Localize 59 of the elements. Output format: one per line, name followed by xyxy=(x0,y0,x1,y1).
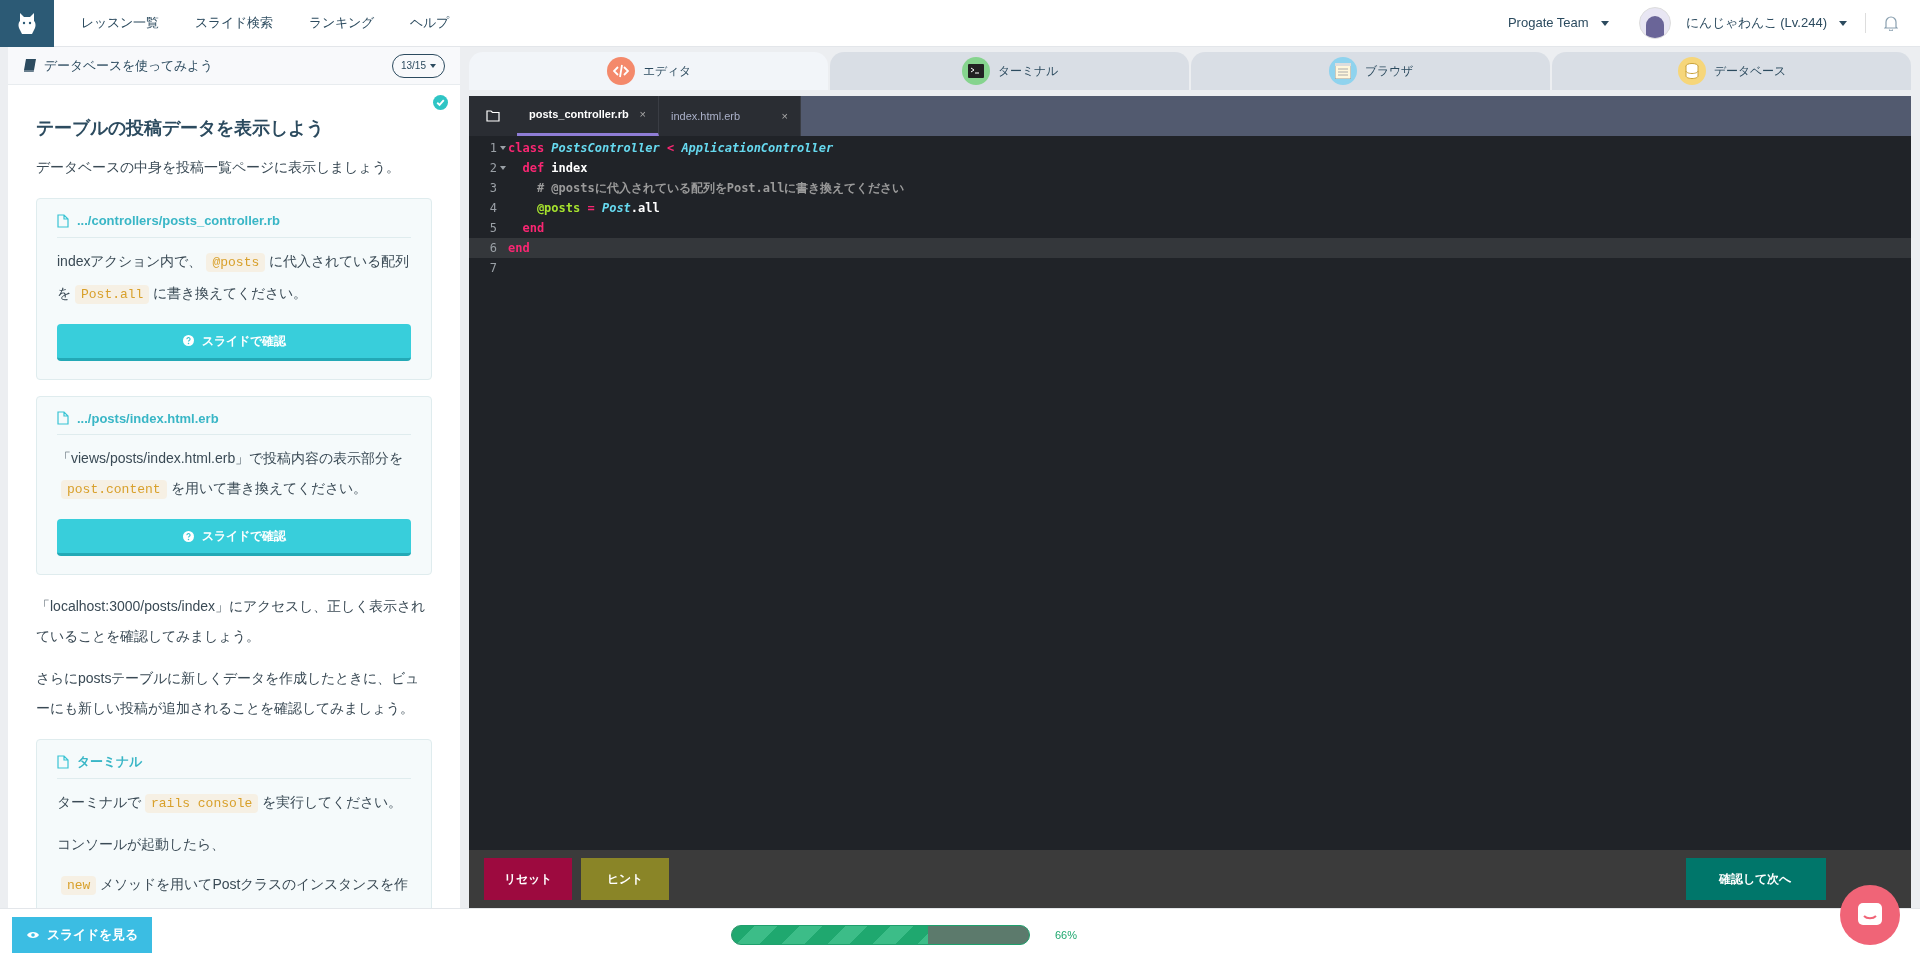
code-line: @posts = Post.all xyxy=(535,200,660,217)
help-icon xyxy=(182,530,194,542)
file-path: .../posts/index.html.erb xyxy=(77,409,219,428)
nav-link[interactable]: スライド検索 xyxy=(195,13,273,33)
file-icon xyxy=(57,411,69,426)
line-number: 5 xyxy=(488,220,497,237)
panel-tab[interactable]: ブラウザ xyxy=(1191,52,1550,90)
line-number: 4 xyxy=(488,200,497,217)
instruction-text: new メソッドを用いてPostクラスのインスタンスを作 xyxy=(57,868,411,901)
user-dropdown[interactable]: にんじゃわんこ (Lv.244) xyxy=(1685,13,1847,33)
file-path: ターミナル xyxy=(77,753,142,771)
eye-icon xyxy=(26,931,39,939)
instruction-text: indexアクション内で、 @posts に代入されている配列を Post.all に書き換えてください。 xyxy=(57,251,411,306)
lesson-title: データベースを使ってみよう xyxy=(44,56,213,75)
line-number: 7 xyxy=(488,260,497,277)
fold-icon[interactable] xyxy=(499,165,506,170)
instruction-text: 「localhost:3000/posts/index」にアクセスし、正しく表示されていることを確認してみましょう。 xyxy=(36,597,426,646)
file-icon xyxy=(57,213,69,228)
task-heading: テーブルの投稿データを表示しよう xyxy=(36,117,325,140)
instruction-text: コンソールが起動したら、 xyxy=(57,834,226,854)
file-path: .../controllers/posts_controller.rb xyxy=(77,212,280,230)
line-number: 1 xyxy=(488,140,497,157)
nav-link[interactable]: レッスン一覧 xyxy=(81,13,159,33)
terminal-icon xyxy=(961,57,990,85)
nav-link[interactable]: ヘルプ xyxy=(410,13,449,33)
folder-icon[interactable] xyxy=(469,96,517,136)
line-number: 3 xyxy=(488,180,497,197)
logo-icon[interactable] xyxy=(0,0,54,47)
chat-icon xyxy=(1857,902,1883,928)
code-icon xyxy=(606,57,635,85)
code-line: end xyxy=(521,220,545,237)
instruction-text: さらにpostsテーブルに新しくデータを作成したときに、ビューにも新しい投稿が追加されることを確認してみましょう。 xyxy=(36,669,421,718)
panel-tab[interactable]: データベース xyxy=(1552,52,1911,90)
file-tab[interactable]: posts_controller.rb × xyxy=(517,96,659,136)
avatar xyxy=(1638,7,1671,39)
instruction-text: ターミナルで rails console を実行してください。 xyxy=(57,792,404,815)
line-number: 6 xyxy=(488,240,497,257)
fold-icon[interactable] xyxy=(499,145,506,150)
hint-button[interactable]: ヒント xyxy=(581,858,669,900)
code-line: end xyxy=(508,240,530,257)
browser-window-icon xyxy=(1328,57,1357,85)
file-tab[interactable]: index.html.erb × xyxy=(659,96,801,136)
check-next-button[interactable]: 確認して次へ xyxy=(1686,858,1826,900)
instruction-text: 「views/posts/index.html.erb」で投稿内容の表示部分を post.content を用いて書き換えてください。 xyxy=(57,449,405,501)
code-line: # @postsに代入されている配列をPost.allに書き換えてください xyxy=(535,180,905,197)
line-number: 2 xyxy=(488,160,497,177)
reset-button[interactable]: リセット xyxy=(484,858,572,900)
panel-tab[interactable]: ターミナル xyxy=(830,52,1189,90)
panel-tab[interactable]: エディタ xyxy=(469,52,828,90)
code-line: class PostsController < ApplicationController xyxy=(508,140,834,157)
file-icon xyxy=(57,754,69,769)
instruction-text: データベースの中身を投稿一覧ページに表示しましょう。 xyxy=(36,158,401,177)
code-line: def index xyxy=(521,160,588,177)
nav-link[interactable]: ランキング xyxy=(309,13,374,33)
progress-percent: 66% xyxy=(1055,927,1078,943)
database-icon xyxy=(1677,57,1706,85)
team-dropdown[interactable]: Progate Team xyxy=(1507,13,1609,33)
book-icon xyxy=(23,59,36,72)
help-icon xyxy=(182,335,194,346)
